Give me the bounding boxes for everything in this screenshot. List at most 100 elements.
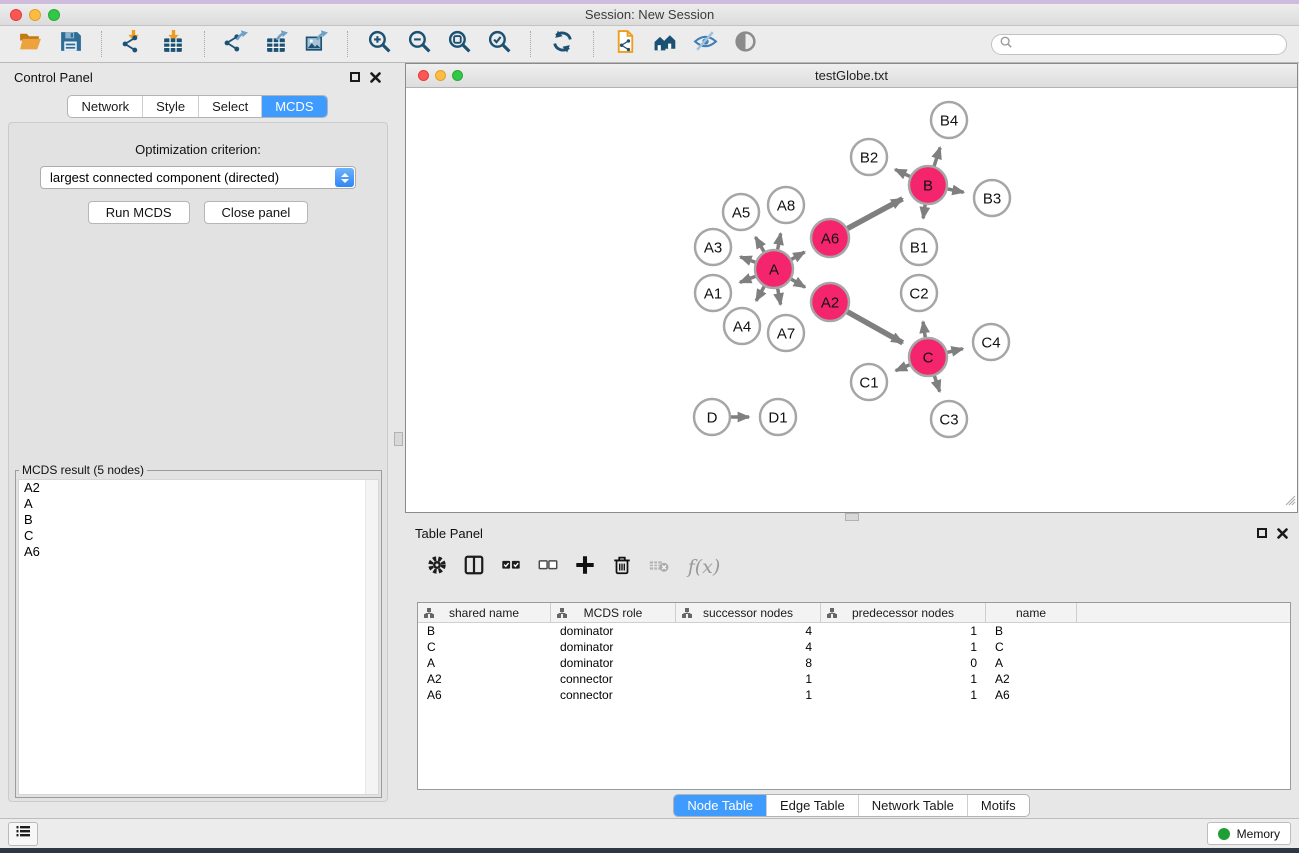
tab-network[interactable]: Network bbox=[68, 96, 142, 117]
save-session-button[interactable] bbox=[54, 29, 86, 59]
edge-A-A7[interactable] bbox=[777, 287, 780, 305]
table-cell[interactable]: B bbox=[986, 624, 1077, 638]
open-file-button[interactable] bbox=[14, 29, 46, 59]
edge-C-C1[interactable] bbox=[896, 364, 912, 371]
node-C4[interactable]: C4 bbox=[973, 324, 1009, 360]
node-A4[interactable]: A4 bbox=[724, 308, 760, 344]
tab-edge-table[interactable]: Edge Table bbox=[766, 795, 858, 816]
refresh-layout-button[interactable] bbox=[546, 29, 578, 59]
node-A[interactable]: A bbox=[755, 250, 793, 288]
tab-mcds[interactable]: MCDS bbox=[261, 96, 326, 117]
minimize-window-button[interactable] bbox=[29, 9, 41, 21]
mcds-result-item[interactable]: A6 bbox=[19, 544, 378, 560]
export-image-button[interactable] bbox=[300, 29, 332, 59]
export-network-button[interactable] bbox=[220, 29, 252, 59]
tab-network-table[interactable]: Network Table bbox=[858, 795, 967, 816]
function-builder-button[interactable]: f(x) bbox=[682, 553, 726, 581]
table-cell[interactable]: dominator bbox=[551, 640, 676, 654]
edge-B-B3[interactable] bbox=[946, 189, 964, 193]
mcds-result-item[interactable]: C bbox=[19, 528, 378, 544]
node-A3[interactable]: A3 bbox=[695, 229, 731, 265]
mcds-result-item[interactable]: A2 bbox=[19, 480, 378, 496]
node-A7[interactable]: A7 bbox=[768, 315, 804, 351]
column-header-successor-nodes[interactable]: successor nodes bbox=[676, 603, 821, 622]
tab-select[interactable]: Select bbox=[198, 96, 261, 117]
table-cell[interactable]: 4 bbox=[676, 640, 821, 654]
table-cell[interactable]: connector bbox=[551, 688, 676, 702]
tab-node-table[interactable]: Node Table bbox=[674, 795, 766, 816]
node-A5[interactable]: A5 bbox=[723, 194, 759, 230]
edge-A-A5[interactable] bbox=[756, 237, 765, 253]
column-header-name[interactable]: name bbox=[986, 603, 1077, 622]
edge-C-C4[interactable] bbox=[946, 349, 963, 353]
column-header-shared-name[interactable]: shared name bbox=[418, 603, 551, 622]
column-layout-button[interactable] bbox=[460, 553, 488, 581]
node-C3[interactable]: C3 bbox=[931, 401, 967, 437]
select-all-button[interactable] bbox=[497, 553, 525, 581]
table-cell[interactable]: A2 bbox=[986, 672, 1077, 686]
result-scrollbar-track[interactable] bbox=[365, 480, 378, 794]
document-network-button[interactable] bbox=[609, 29, 641, 59]
network-window-titlebar[interactable]: testGlobe.txt bbox=[406, 64, 1297, 88]
table-cell[interactable]: connector bbox=[551, 672, 676, 686]
run-mcds-button[interactable]: Run MCDS bbox=[88, 201, 190, 224]
table-cell[interactable]: 1 bbox=[676, 688, 821, 702]
float-panel-icon[interactable] bbox=[350, 72, 360, 82]
network-zoom-button[interactable] bbox=[452, 70, 463, 81]
criterion-dropdown[interactable]: largest connected component (directed) bbox=[40, 166, 356, 189]
network-canvas[interactable]: B4B2BB3A8A5A6A3B1AA1C2A2A4A7C4CC1DD1C3 bbox=[406, 88, 1297, 511]
node-B3[interactable]: B3 bbox=[974, 180, 1010, 216]
close-window-button[interactable] bbox=[10, 9, 22, 21]
edge-A6-B[interactable] bbox=[846, 199, 903, 230]
settings-gear-button[interactable] bbox=[423, 553, 451, 581]
edge-A-A4[interactable] bbox=[756, 285, 765, 301]
table-cell[interactable]: 4 bbox=[676, 624, 821, 638]
node-A2[interactable]: A2 bbox=[811, 283, 849, 321]
zoom-selected-button[interactable] bbox=[483, 29, 515, 59]
table-cell[interactable]: 1 bbox=[821, 672, 986, 686]
panel-list-button[interactable] bbox=[8, 822, 38, 846]
column-header-predecessor-nodes[interactable]: predecessor nodes bbox=[821, 603, 986, 622]
table-cell[interactable]: A bbox=[418, 656, 551, 670]
memory-button[interactable]: Memory bbox=[1207, 822, 1291, 845]
table-cell[interactable]: A6 bbox=[418, 688, 551, 702]
network-close-button[interactable] bbox=[418, 70, 429, 81]
node-A8[interactable]: A8 bbox=[768, 187, 804, 223]
edge-A-A6[interactable] bbox=[790, 252, 805, 260]
zoom-fit-button[interactable] bbox=[443, 29, 475, 59]
import-table-button[interactable] bbox=[157, 29, 189, 59]
table-cell[interactable]: B bbox=[418, 624, 551, 638]
edge-A-A8[interactable] bbox=[777, 234, 780, 252]
delete-table-button[interactable] bbox=[645, 553, 673, 581]
export-table-button[interactable] bbox=[260, 29, 292, 59]
table-cell[interactable]: C bbox=[418, 640, 551, 654]
node-C1[interactable]: C1 bbox=[851, 364, 887, 400]
table-cell[interactable]: A6 bbox=[986, 688, 1077, 702]
edge-A2-C[interactable] bbox=[846, 311, 903, 343]
home-button[interactable] bbox=[649, 29, 681, 59]
table-cell[interactable]: dominator bbox=[551, 624, 676, 638]
window-titlebar[interactable]: Session: New Session bbox=[0, 4, 1299, 26]
mcds-result-item[interactable]: A bbox=[19, 496, 378, 512]
edge-A-A3[interactable] bbox=[740, 257, 757, 263]
float-table-panel-icon[interactable] bbox=[1257, 528, 1267, 538]
edge-B-B2[interactable] bbox=[895, 169, 912, 177]
edge-C-C3[interactable] bbox=[934, 374, 940, 391]
node-D1[interactable]: D1 bbox=[760, 399, 796, 435]
table-cell[interactable]: C bbox=[986, 640, 1077, 654]
zoom-window-button[interactable] bbox=[48, 9, 60, 21]
search-box[interactable] bbox=[991, 34, 1287, 55]
node-C2[interactable]: C2 bbox=[901, 275, 937, 311]
mcds-result-item[interactable]: B bbox=[19, 512, 378, 528]
node-C[interactable]: C bbox=[909, 338, 947, 376]
table-cell[interactable]: 1 bbox=[821, 640, 986, 654]
tab-motifs[interactable]: Motifs bbox=[967, 795, 1029, 816]
vertical-splitter-handle[interactable] bbox=[394, 432, 403, 446]
node-D[interactable]: D bbox=[694, 399, 730, 435]
zoom-in-button[interactable] bbox=[363, 29, 395, 59]
close-panel-button[interactable]: Close panel bbox=[204, 201, 309, 224]
edge-C-C2[interactable] bbox=[923, 322, 925, 339]
close-table-panel-icon[interactable] bbox=[1277, 528, 1288, 539]
deselect-all-button[interactable] bbox=[534, 553, 562, 581]
close-panel-icon[interactable] bbox=[370, 72, 381, 83]
